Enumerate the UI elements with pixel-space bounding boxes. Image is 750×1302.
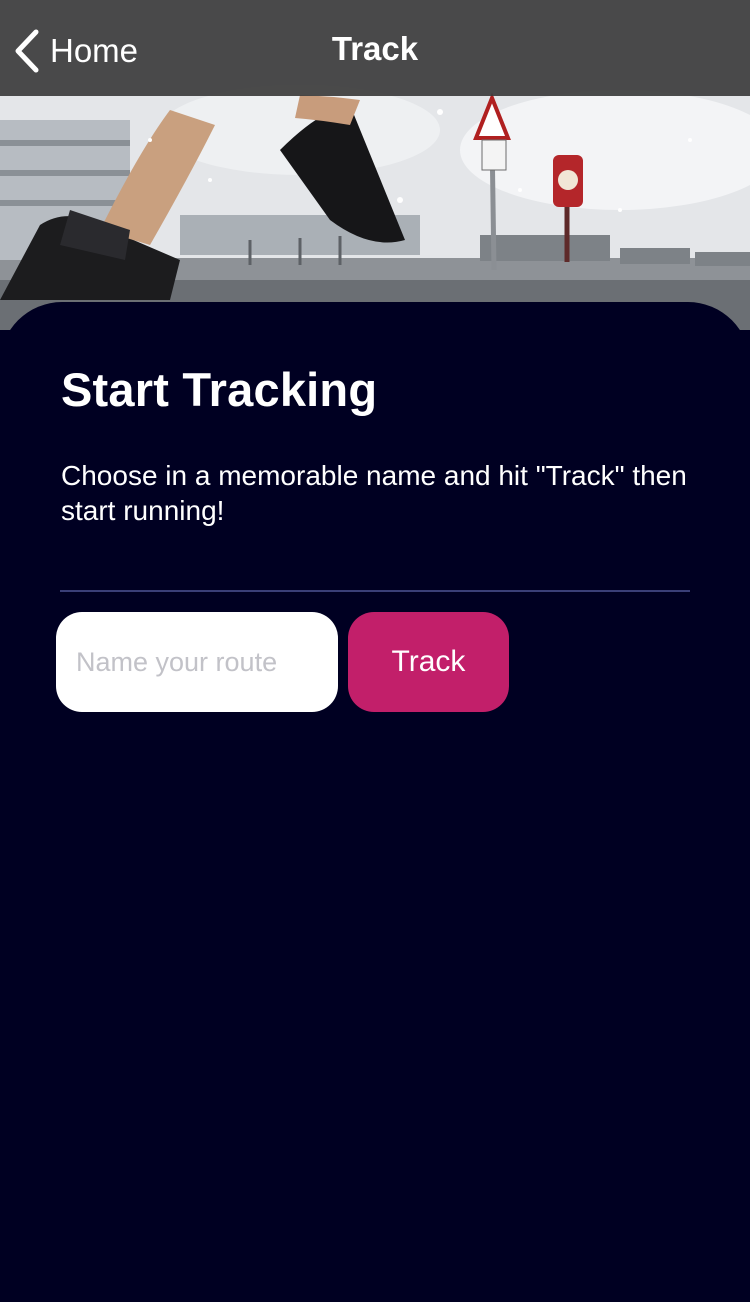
route-name-input[interactable] — [56, 612, 338, 712]
tracking-card: Start Tracking Choose in a memorable nam… — [0, 302, 750, 1302]
track-screen: Home Track Start Tracking Choose in a me… — [0, 0, 750, 1302]
page-title: Start Tracking — [61, 363, 378, 416]
divider — [60, 590, 690, 592]
instructions-text: Choose in a memorable name and hit "Trac… — [61, 460, 687, 526]
track-button[interactable]: Track — [348, 612, 509, 712]
nav-title: Track — [331, 30, 419, 67]
navigation-bar: Home Track — [0, 0, 750, 96]
